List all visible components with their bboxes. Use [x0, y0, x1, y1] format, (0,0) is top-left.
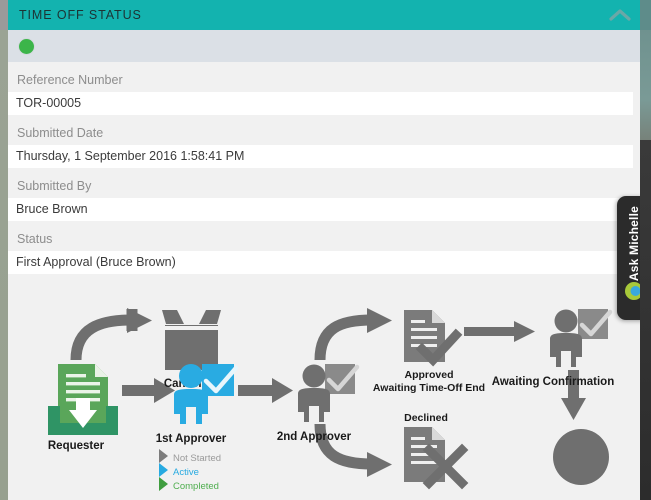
document-x-icon: [404, 427, 469, 490]
approver2-label: 2nd Approver: [277, 431, 352, 443]
status-input[interactable]: [8, 251, 651, 274]
workflow-diagram-svg: Cancelled: [48, 308, 614, 492]
legend-item-completed: Completed: [159, 477, 219, 492]
legend-label-not-started: Not Started: [173, 453, 221, 464]
document-check-icon: [404, 310, 463, 367]
ask-michelle-label: Ask Michelle: [627, 206, 641, 282]
person-checkbox-icon: [174, 364, 239, 424]
arrow-to-cancelled: [70, 308, 152, 361]
reference-number-label: Reference Number: [17, 73, 123, 87]
legend-item-active: Active: [159, 463, 199, 478]
page-gutter-right: [640, 0, 651, 500]
legend-label-active: Active: [173, 467, 199, 478]
node-approver2[interactable]: 2nd Approver: [277, 364, 360, 443]
person-checkbox-icon: [298, 364, 360, 422]
approver1-label: 1st Approver: [156, 433, 227, 445]
open-box-icon: [162, 310, 221, 370]
arrow-approver2-to-approved: [314, 308, 392, 361]
awaiting-confirmation-label: Awaiting Confirmation: [492, 376, 614, 388]
approved-label: Approved: [404, 369, 453, 381]
page-title: TIME OFF STATUS: [19, 8, 142, 22]
status-strip: [8, 30, 640, 62]
node-declined[interactable]: Declined: [404, 412, 469, 490]
arrow-approver1-to-approver2: [238, 378, 293, 403]
legend-item-not-started: Not Started: [159, 449, 221, 464]
declined-label: Declined: [404, 412, 448, 424]
reference-number-input[interactable]: [8, 92, 633, 115]
status-label: Status: [17, 232, 53, 246]
panel-header: TIME OFF STATUS: [8, 0, 640, 30]
document-inbox-icon: [48, 364, 118, 435]
submitted-by-label: Submitted By: [17, 179, 92, 193]
node-awaiting-confirmation[interactable]: Awaiting Confirmation: [492, 309, 614, 388]
workflow-diagram: Cancelled: [8, 302, 640, 492]
submitted-date-label: Submitted Date: [17, 126, 104, 140]
node-approver1[interactable]: 1st Approver: [156, 364, 239, 445]
node-end[interactable]: [553, 429, 609, 485]
submitted-by-input[interactable]: [8, 198, 651, 221]
status-dot-green-icon: [19, 38, 34, 54]
diagram-legend: Not Started Active Completed: [159, 449, 221, 492]
arrow-approved-to-confirmation: [464, 321, 535, 342]
person-checkbox-icon: [550, 309, 613, 367]
approved-sublabel: Awaiting Time-Off End: [373, 382, 485, 394]
page-gutter-left: [0, 0, 8, 500]
collapse-panel-button[interactable]: [600, 0, 640, 30]
legend-label-completed: Completed: [173, 481, 219, 492]
requester-label: Requester: [48, 440, 105, 452]
submitted-date-input[interactable]: [8, 145, 633, 168]
node-requester[interactable]: Requester: [48, 364, 118, 452]
chevron-up-icon: [609, 9, 631, 21]
time-off-status-panel: TIME OFF STATUS Reference Number Submitt…: [0, 0, 651, 500]
circle-end-icon: [553, 429, 609, 485]
node-approved[interactable]: Approved Awaiting Time-Off End: [373, 310, 485, 394]
